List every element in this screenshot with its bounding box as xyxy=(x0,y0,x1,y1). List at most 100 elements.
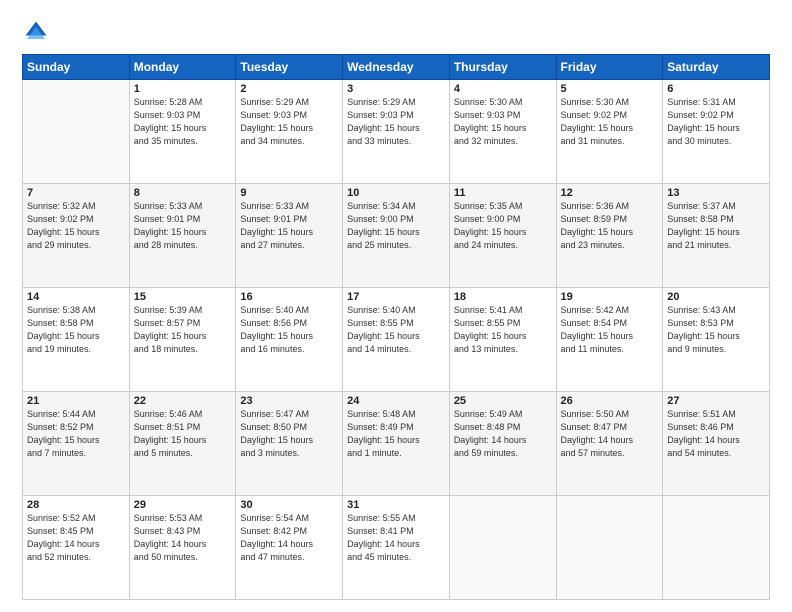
day-number: 11 xyxy=(454,187,552,199)
calendar-cell: 9Sunrise: 5:33 AMSunset: 9:01 PMDaylight… xyxy=(236,184,343,288)
calendar-cell: 26Sunrise: 5:50 AMSunset: 8:47 PMDayligh… xyxy=(556,392,663,496)
day-number: 13 xyxy=(667,187,765,199)
day-number: 26 xyxy=(561,395,659,407)
header xyxy=(22,18,770,46)
calendar-cell: 10Sunrise: 5:34 AMSunset: 9:00 PMDayligh… xyxy=(343,184,450,288)
day-info: Sunrise: 5:55 AMSunset: 8:41 PMDaylight:… xyxy=(347,512,445,564)
calendar-cell: 1Sunrise: 5:28 AMSunset: 9:03 PMDaylight… xyxy=(129,80,236,184)
day-number: 12 xyxy=(561,187,659,199)
day-number: 1 xyxy=(134,83,232,95)
day-info: Sunrise: 5:31 AMSunset: 9:02 PMDaylight:… xyxy=(667,96,765,148)
day-info: Sunrise: 5:29 AMSunset: 9:03 PMDaylight:… xyxy=(347,96,445,148)
day-number: 4 xyxy=(454,83,552,95)
calendar-cell: 22Sunrise: 5:46 AMSunset: 8:51 PMDayligh… xyxy=(129,392,236,496)
day-info: Sunrise: 5:33 AMSunset: 9:01 PMDaylight:… xyxy=(240,200,338,252)
day-info: Sunrise: 5:30 AMSunset: 9:02 PMDaylight:… xyxy=(561,96,659,148)
calendar-cell: 12Sunrise: 5:36 AMSunset: 8:59 PMDayligh… xyxy=(556,184,663,288)
calendar-header-thursday: Thursday xyxy=(449,55,556,80)
day-info: Sunrise: 5:39 AMSunset: 8:57 PMDaylight:… xyxy=(134,304,232,356)
calendar-cell xyxy=(23,80,130,184)
calendar-cell: 2Sunrise: 5:29 AMSunset: 9:03 PMDaylight… xyxy=(236,80,343,184)
day-info: Sunrise: 5:46 AMSunset: 8:51 PMDaylight:… xyxy=(134,408,232,460)
calendar-header-saturday: Saturday xyxy=(663,55,770,80)
day-number: 31 xyxy=(347,499,445,511)
day-number: 7 xyxy=(27,187,125,199)
calendar-cell: 5Sunrise: 5:30 AMSunset: 9:02 PMDaylight… xyxy=(556,80,663,184)
day-info: Sunrise: 5:47 AMSunset: 8:50 PMDaylight:… xyxy=(240,408,338,460)
calendar-cell xyxy=(663,496,770,600)
day-info: Sunrise: 5:37 AMSunset: 8:58 PMDaylight:… xyxy=(667,200,765,252)
calendar-header-row: SundayMondayTuesdayWednesdayThursdayFrid… xyxy=(23,55,770,80)
day-number: 17 xyxy=(347,291,445,303)
day-info: Sunrise: 5:34 AMSunset: 9:00 PMDaylight:… xyxy=(347,200,445,252)
day-info: Sunrise: 5:28 AMSunset: 9:03 PMDaylight:… xyxy=(134,96,232,148)
day-number: 25 xyxy=(454,395,552,407)
day-number: 14 xyxy=(27,291,125,303)
day-number: 23 xyxy=(240,395,338,407)
day-info: Sunrise: 5:48 AMSunset: 8:49 PMDaylight:… xyxy=(347,408,445,460)
day-number: 20 xyxy=(667,291,765,303)
calendar-cell: 21Sunrise: 5:44 AMSunset: 8:52 PMDayligh… xyxy=(23,392,130,496)
day-number: 9 xyxy=(240,187,338,199)
calendar-cell: 19Sunrise: 5:42 AMSunset: 8:54 PMDayligh… xyxy=(556,288,663,392)
day-info: Sunrise: 5:32 AMSunset: 9:02 PMDaylight:… xyxy=(27,200,125,252)
day-number: 24 xyxy=(347,395,445,407)
day-info: Sunrise: 5:35 AMSunset: 9:00 PMDaylight:… xyxy=(454,200,552,252)
day-number: 30 xyxy=(240,499,338,511)
day-number: 15 xyxy=(134,291,232,303)
day-info: Sunrise: 5:52 AMSunset: 8:45 PMDaylight:… xyxy=(27,512,125,564)
day-number: 28 xyxy=(27,499,125,511)
calendar-cell: 7Sunrise: 5:32 AMSunset: 9:02 PMDaylight… xyxy=(23,184,130,288)
calendar-cell: 20Sunrise: 5:43 AMSunset: 8:53 PMDayligh… xyxy=(663,288,770,392)
calendar-cell: 30Sunrise: 5:54 AMSunset: 8:42 PMDayligh… xyxy=(236,496,343,600)
day-info: Sunrise: 5:42 AMSunset: 8:54 PMDaylight:… xyxy=(561,304,659,356)
calendar-cell: 16Sunrise: 5:40 AMSunset: 8:56 PMDayligh… xyxy=(236,288,343,392)
calendar-header-sunday: Sunday xyxy=(23,55,130,80)
day-info: Sunrise: 5:36 AMSunset: 8:59 PMDaylight:… xyxy=(561,200,659,252)
day-info: Sunrise: 5:51 AMSunset: 8:46 PMDaylight:… xyxy=(667,408,765,460)
calendar-table: SundayMondayTuesdayWednesdayThursdayFrid… xyxy=(22,54,770,600)
calendar-week-1: 1Sunrise: 5:28 AMSunset: 9:03 PMDaylight… xyxy=(23,80,770,184)
day-number: 10 xyxy=(347,187,445,199)
calendar-header-tuesday: Tuesday xyxy=(236,55,343,80)
day-info: Sunrise: 5:50 AMSunset: 8:47 PMDaylight:… xyxy=(561,408,659,460)
calendar-cell: 4Sunrise: 5:30 AMSunset: 9:03 PMDaylight… xyxy=(449,80,556,184)
logo xyxy=(22,18,54,46)
day-info: Sunrise: 5:53 AMSunset: 8:43 PMDaylight:… xyxy=(134,512,232,564)
calendar-cell: 29Sunrise: 5:53 AMSunset: 8:43 PMDayligh… xyxy=(129,496,236,600)
day-info: Sunrise: 5:40 AMSunset: 8:55 PMDaylight:… xyxy=(347,304,445,356)
calendar-week-2: 7Sunrise: 5:32 AMSunset: 9:02 PMDaylight… xyxy=(23,184,770,288)
calendar-cell: 8Sunrise: 5:33 AMSunset: 9:01 PMDaylight… xyxy=(129,184,236,288)
day-number: 2 xyxy=(240,83,338,95)
calendar-week-3: 14Sunrise: 5:38 AMSunset: 8:58 PMDayligh… xyxy=(23,288,770,392)
calendar-cell xyxy=(449,496,556,600)
calendar-cell: 15Sunrise: 5:39 AMSunset: 8:57 PMDayligh… xyxy=(129,288,236,392)
day-number: 18 xyxy=(454,291,552,303)
day-info: Sunrise: 5:30 AMSunset: 9:03 PMDaylight:… xyxy=(454,96,552,148)
calendar-cell: 3Sunrise: 5:29 AMSunset: 9:03 PMDaylight… xyxy=(343,80,450,184)
day-info: Sunrise: 5:38 AMSunset: 8:58 PMDaylight:… xyxy=(27,304,125,356)
logo-icon xyxy=(22,18,50,46)
calendar-cell: 11Sunrise: 5:35 AMSunset: 9:00 PMDayligh… xyxy=(449,184,556,288)
calendar-header-friday: Friday xyxy=(556,55,663,80)
day-number: 22 xyxy=(134,395,232,407)
day-info: Sunrise: 5:41 AMSunset: 8:55 PMDaylight:… xyxy=(454,304,552,356)
day-number: 21 xyxy=(27,395,125,407)
calendar-cell: 31Sunrise: 5:55 AMSunset: 8:41 PMDayligh… xyxy=(343,496,450,600)
day-number: 16 xyxy=(240,291,338,303)
calendar-cell: 18Sunrise: 5:41 AMSunset: 8:55 PMDayligh… xyxy=(449,288,556,392)
day-info: Sunrise: 5:43 AMSunset: 8:53 PMDaylight:… xyxy=(667,304,765,356)
calendar-cell: 14Sunrise: 5:38 AMSunset: 8:58 PMDayligh… xyxy=(23,288,130,392)
day-number: 29 xyxy=(134,499,232,511)
day-number: 5 xyxy=(561,83,659,95)
day-info: Sunrise: 5:33 AMSunset: 9:01 PMDaylight:… xyxy=(134,200,232,252)
calendar-cell: 17Sunrise: 5:40 AMSunset: 8:55 PMDayligh… xyxy=(343,288,450,392)
calendar-header-wednesday: Wednesday xyxy=(343,55,450,80)
page: SundayMondayTuesdayWednesdayThursdayFrid… xyxy=(0,0,792,612)
day-info: Sunrise: 5:40 AMSunset: 8:56 PMDaylight:… xyxy=(240,304,338,356)
day-info: Sunrise: 5:49 AMSunset: 8:48 PMDaylight:… xyxy=(454,408,552,460)
calendar-cell: 27Sunrise: 5:51 AMSunset: 8:46 PMDayligh… xyxy=(663,392,770,496)
day-number: 27 xyxy=(667,395,765,407)
day-info: Sunrise: 5:54 AMSunset: 8:42 PMDaylight:… xyxy=(240,512,338,564)
day-number: 3 xyxy=(347,83,445,95)
